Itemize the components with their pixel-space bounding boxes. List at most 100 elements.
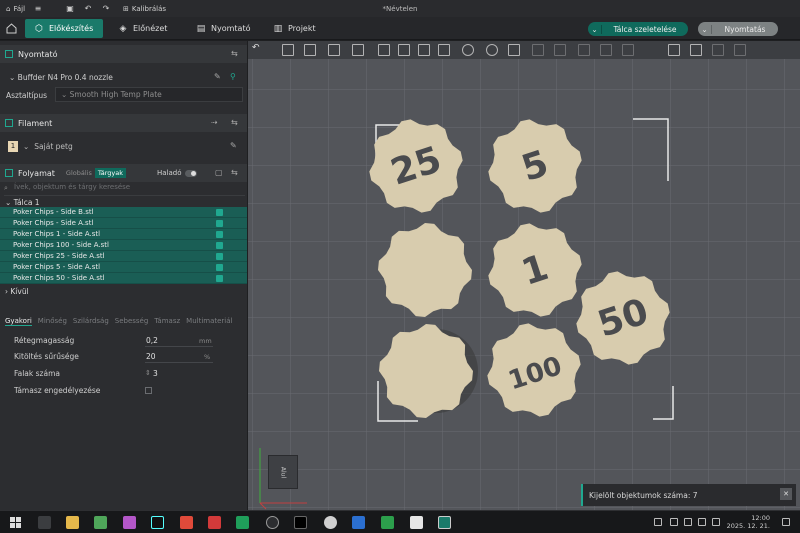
- list-item[interactable]: Poker Chips 1 - Side A.stl: [0, 229, 247, 240]
- chevron-up-icon[interactable]: [654, 518, 662, 526]
- edit-icon[interactable]: ✎: [230, 141, 237, 150]
- layer-height-input[interactable]: 0,2: [146, 336, 158, 345]
- printer-section-header[interactable]: Nyomtató ⇆: [0, 45, 247, 63]
- tab-printer[interactable]: ▤ Nyomtató: [187, 19, 259, 38]
- tab-multimaterial[interactable]: Multimateriál: [186, 317, 232, 325]
- app-icon[interactable]: [266, 516, 279, 529]
- network-icon[interactable]: [684, 518, 692, 526]
- assembly-icon[interactable]: [712, 44, 724, 56]
- home-icon[interactable]: [5, 22, 18, 35]
- plate-type-select[interactable]: ⌄ Smooth High Temp Plate: [55, 87, 243, 102]
- tab-common[interactable]: Gyakori: [5, 317, 32, 326]
- notification-icon[interactable]: [782, 518, 790, 526]
- chevron-down-icon[interactable]: ⌄: [588, 24, 602, 34]
- back-icon[interactable]: ↶: [252, 43, 264, 55]
- tab-prepare[interactable]: ⬡ Előkészítés: [25, 19, 103, 38]
- orient-icon[interactable]: [328, 44, 340, 56]
- poker-chip-model[interactable]: [379, 324, 473, 418]
- printer-selector[interactable]: ⌄ Buffder N4 Pro 0.4 nozzle: [9, 73, 113, 82]
- tiktok-icon[interactable]: [151, 516, 164, 529]
- lay-on-face-icon[interactable]: [532, 44, 544, 56]
- save-preset-icon[interactable]: ▢: [215, 168, 225, 178]
- arrange-icon[interactable]: [352, 44, 364, 56]
- chevron-down-icon[interactable]: ⌄: [698, 24, 712, 34]
- app-icon[interactable]: [123, 516, 136, 529]
- list-item[interactable]: Poker Chips - Side A.stl: [0, 218, 247, 229]
- settings-sync-icon[interactable]: ⇆: [231, 49, 241, 59]
- scale-icon[interactable]: [508, 44, 520, 56]
- tab-preview[interactable]: ◈ Előnézet: [109, 19, 176, 38]
- object-search-input[interactable]: ⌕ Ívek, objektum és tárgy keresése: [4, 183, 245, 196]
- enable-support-checkbox[interactable]: [145, 387, 152, 394]
- layout-icon[interactable]: [378, 44, 390, 56]
- list-item[interactable]: Poker Chips 25 - Side A.stl: [0, 251, 247, 262]
- settings-sync-icon[interactable]: ⇆: [231, 168, 241, 178]
- scope-toggle[interactable]: Globális Tárgyak: [63, 168, 126, 178]
- app-icon[interactable]: [324, 516, 337, 529]
- print-button[interactable]: ⌄ Nyomtatás: [698, 22, 778, 36]
- paint-support-icon[interactable]: [600, 44, 612, 56]
- checkbox[interactable]: [216, 264, 223, 271]
- tab-support[interactable]: Támasz: [154, 317, 180, 325]
- windows-start-icon[interactable]: [9, 516, 22, 529]
- plate-tree-node[interactable]: ⌄ Tálca 1: [5, 198, 40, 207]
- clock[interactable]: 12:00 2025. 12. 21.: [727, 514, 770, 530]
- app-icon[interactable]: [208, 516, 221, 529]
- task-view-icon[interactable]: [38, 516, 51, 529]
- checkbox[interactable]: [216, 220, 223, 227]
- tab-speed[interactable]: Sebesség: [115, 317, 149, 325]
- store-icon[interactable]: [94, 516, 107, 529]
- tab-project[interactable]: ▥ Projekt: [264, 19, 325, 38]
- calibration-menu[interactable]: ⊞ Kalibrálás: [123, 5, 166, 13]
- redo-icon[interactable]: ↷: [101, 4, 111, 14]
- seam-paint-icon[interactable]: [622, 44, 634, 56]
- scope-objects[interactable]: Tárgyak: [94, 168, 126, 178]
- list-item[interactable]: Poker Chips 50 - Side A.stl: [0, 273, 247, 284]
- hamburger-menu-icon[interactable]: ≡: [33, 4, 43, 14]
- list-item[interactable]: Poker Chips 5 - Side A.stl: [0, 262, 247, 273]
- tab-strength[interactable]: Szilárdság: [73, 317, 109, 325]
- rotate-icon[interactable]: [486, 44, 498, 56]
- cut-icon[interactable]: [554, 44, 566, 56]
- add-object-icon[interactable]: [282, 44, 294, 56]
- variable-layer-icon[interactable]: [418, 44, 430, 56]
- split-icon[interactable]: [398, 44, 410, 56]
- tab-quality[interactable]: Minőség: [38, 317, 67, 325]
- settings-sync-icon[interactable]: ⇆: [231, 118, 241, 128]
- stepper-icon[interactable]: ⇕: [145, 369, 151, 377]
- list-item[interactable]: Poker Chips 100 - Side A.stl: [0, 240, 247, 251]
- checkbox[interactable]: [216, 209, 223, 216]
- language-icon[interactable]: [712, 518, 720, 526]
- text-tool-icon[interactable]: [668, 44, 680, 56]
- filament-slot[interactable]: 1 ⌄ Saját petg: [8, 141, 73, 152]
- infill-density-input[interactable]: 20: [146, 352, 156, 361]
- grid-icon[interactable]: [304, 44, 316, 56]
- file-menu[interactable]: ⌂ Fájl: [6, 5, 25, 13]
- build-plate[interactable]: 25 5150100: [248, 41, 800, 510]
- filament-section-header[interactable]: Filament ⇢ ⇆: [0, 114, 247, 132]
- file-explorer-icon[interactable]: [66, 516, 79, 529]
- advanced-toggle[interactable]: Haladó: [157, 169, 197, 177]
- slice-plate-button[interactable]: ⌄ Tálca szeletelése: [588, 22, 688, 36]
- poker-chip-model[interactable]: [378, 223, 472, 317]
- app-icon[interactable]: [180, 516, 193, 529]
- undo-icon[interactable]: ↶: [83, 4, 93, 14]
- terminal-icon[interactable]: [294, 516, 307, 529]
- checkbox[interactable]: [216, 242, 223, 249]
- process-section-header[interactable]: Folyamat Globális Tárgyak ▢ ⇆: [0, 164, 247, 182]
- measure-icon[interactable]: [690, 44, 702, 56]
- app-icon[interactable]: [352, 516, 365, 529]
- close-icon[interactable]: ✕: [780, 488, 792, 500]
- explode-icon[interactable]: [734, 44, 746, 56]
- 3d-viewport[interactable]: 25 5 1 50 100 ↶ Alul: [248, 41, 800, 510]
- checkbox[interactable]: [216, 231, 223, 238]
- app-icon[interactable]: [236, 516, 249, 529]
- slicer-app-icon[interactable]: [438, 516, 451, 529]
- wall-count-input[interactable]: 3: [153, 369, 158, 378]
- app-icon[interactable]: [381, 516, 394, 529]
- add-filament-icon[interactable]: ⇢: [211, 118, 221, 128]
- app-icon[interactable]: [410, 516, 423, 529]
- move-icon[interactable]: [462, 44, 474, 56]
- checkbox[interactable]: [216, 253, 223, 260]
- scope-global[interactable]: Globális: [63, 168, 95, 178]
